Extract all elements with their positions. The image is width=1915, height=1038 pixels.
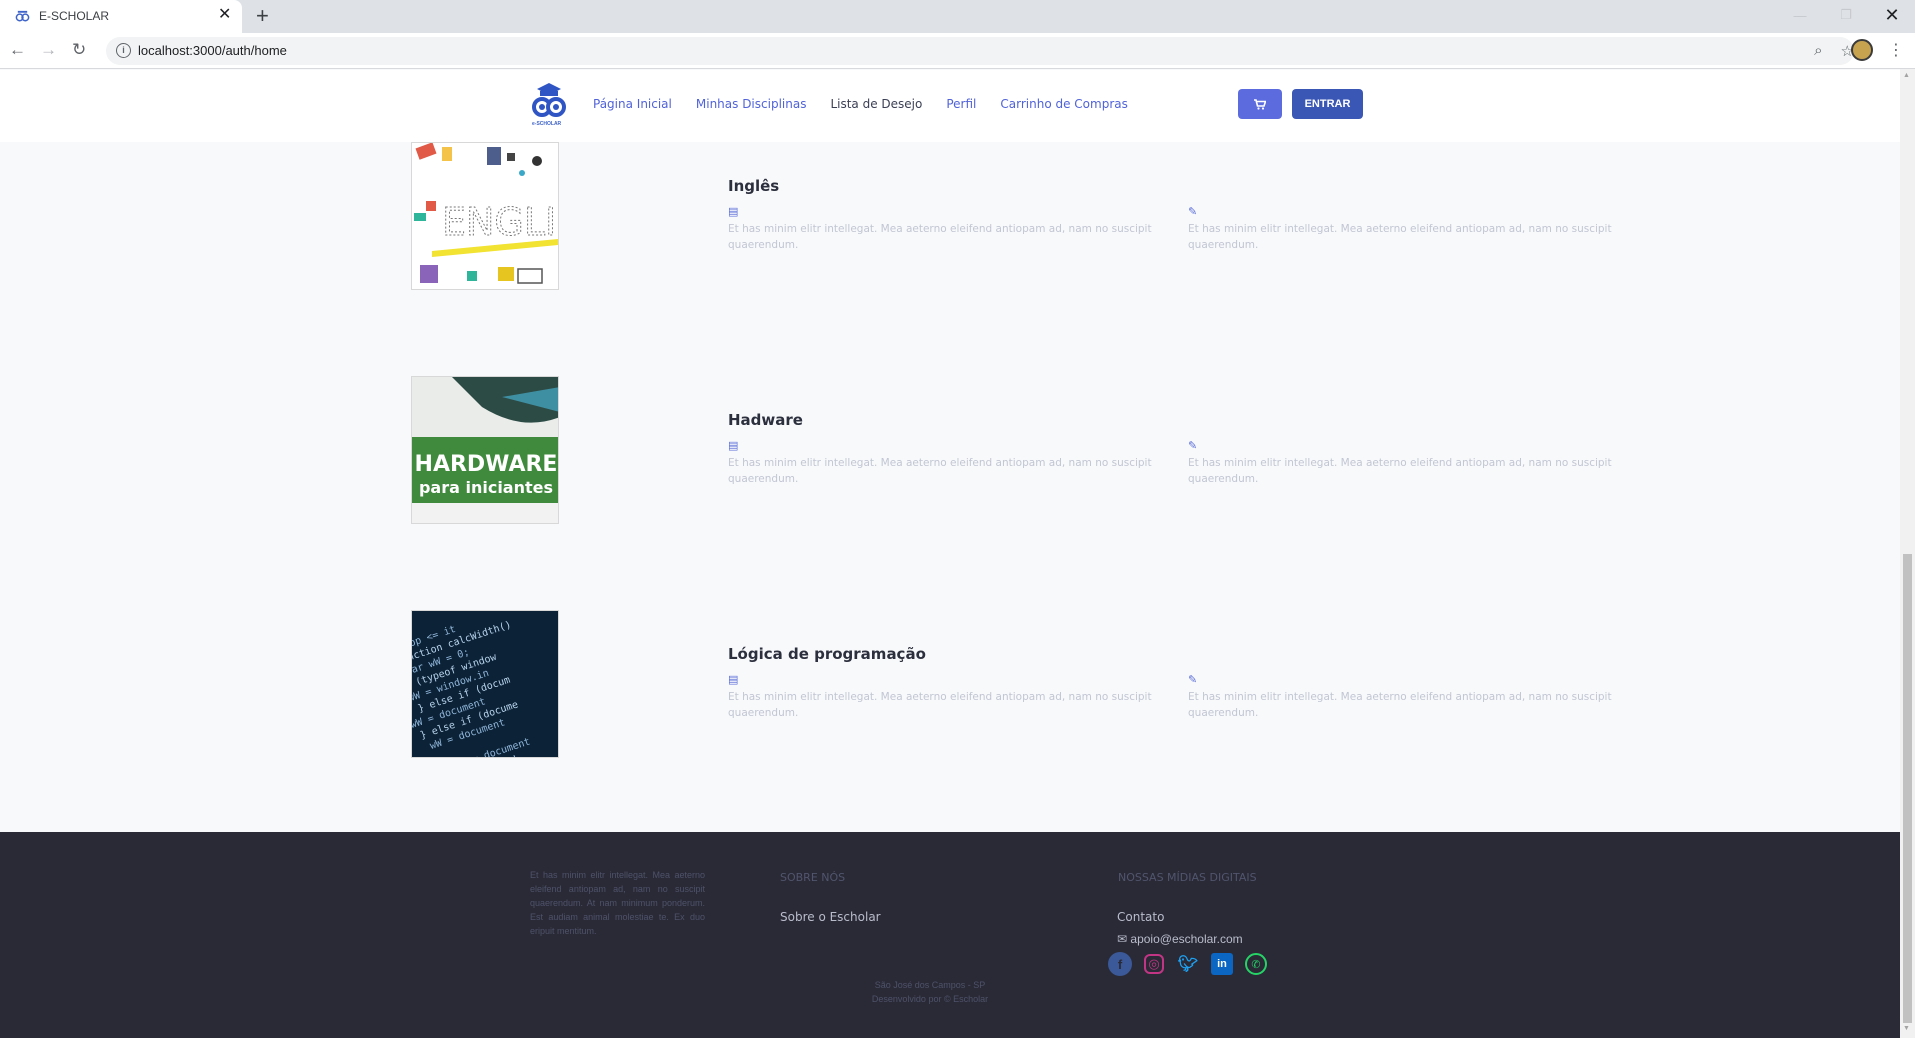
- pencil-icon: ✎: [1188, 674, 1198, 686]
- footer-about-text: Et has minim elitr intellegat. Mea aeter…: [530, 870, 705, 936]
- nav-pagina-inicial[interactable]: Página Inicial: [593, 97, 672, 111]
- nav-lista-de-desejo[interactable]: Lista de Desejo: [830, 97, 922, 111]
- twitter-icon[interactable]: 🐦︎: [1176, 952, 1200, 976]
- book-icon: ▤: [728, 674, 739, 686]
- nav-perfil[interactable]: Perfil: [946, 97, 976, 111]
- window-close-icon[interactable]: ✕: [1869, 0, 1915, 30]
- browser-toolbar: ← → ↻ i localhost:3000/auth/home ⌕ ☆ ⋮: [0, 33, 1915, 69]
- envelope-icon: ✉: [1117, 932, 1128, 946]
- footer-bottom: São José dos Campos - SP Desenvolvido po…: [830, 978, 1030, 1006]
- profile-avatar[interactable]: [1851, 39, 1873, 61]
- nav-carrinho-de-compras[interactable]: Carrinho de Compras: [1000, 97, 1127, 111]
- tab-title: E-SCHOLAR: [39, 9, 110, 23]
- back-arrow-icon[interactable]: ←: [9, 40, 26, 60]
- footer-about-link[interactable]: Sobre o Escholar: [780, 910, 881, 924]
- site-footer: Et has minim elitr intellegat. Mea aeter…: [0, 832, 1900, 1038]
- course-description-right: ✎ Et has minim elitr intellegat. Mea aet…: [1188, 439, 1628, 487]
- logo-text: e-SCHOLAR: [532, 121, 562, 127]
- english-thumb-text: ENGLI: [442, 200, 556, 244]
- linkedin-icon[interactable]: in: [1211, 953, 1233, 975]
- course-title[interactable]: Lógica de programação: [728, 645, 926, 663]
- social-links: f ◎ 🐦︎ in ✆: [1108, 952, 1268, 976]
- footer-about-heading: SOBRE NÓS: [780, 871, 846, 884]
- scroll-thumb[interactable]: [1903, 554, 1912, 1023]
- footer-location: São José dos Campos - SP: [874, 980, 986, 990]
- nav-minhas-disciplinas[interactable]: Minhas Disciplinas: [696, 97, 807, 111]
- address-bar[interactable]: i localhost:3000/auth/home ⌕ ☆: [106, 37, 1854, 65]
- instagram-icon[interactable]: ◎: [1144, 954, 1164, 974]
- course-desc-left-text: Et has minim elitr intellegat. Mea aeter…: [728, 691, 1152, 719]
- course-title[interactable]: Inglês: [728, 177, 779, 195]
- login-button[interactable]: ENTRAR: [1292, 89, 1363, 119]
- footer-social-heading: NOSSAS MÍDIAS DIGITAIS: [1118, 871, 1257, 884]
- course-description-right: ✎ Et has minim elitr intellegat. Mea aet…: [1188, 205, 1628, 253]
- browser-menu-icon[interactable]: ⋮: [1888, 40, 1904, 60]
- footer-email[interactable]: ✉ apoio@escholar.com: [1117, 932, 1243, 946]
- course-item: ENGLI Inglês ▤ Et has minim elitr intell…: [0, 142, 1900, 292]
- reload-icon[interactable]: ↻: [72, 40, 86, 60]
- footer-email-text: apoio@escholar.com: [1130, 932, 1243, 946]
- pencil-icon: ✎: [1188, 206, 1198, 218]
- course-description-left: ▤ Et has minim elitr intellegat. Mea aet…: [728, 673, 1168, 721]
- course-item: HARDWARE para iniciantes Hadware ▤ Et ha…: [0, 376, 1900, 526]
- new-tab-icon[interactable]: +: [256, 4, 269, 28]
- restore-icon[interactable]: ❐: [1823, 0, 1869, 30]
- owl-favicon-icon: [15, 10, 30, 22]
- zoom-icon[interactable]: ⌕: [1814, 42, 1822, 60]
- footer-contact-link[interactable]: Contato: [1117, 910, 1164, 924]
- course-desc-right-text: Et has minim elitr intellegat. Mea aeter…: [1188, 457, 1612, 485]
- site-header: e-SCHOLAR Página Inicial Minhas Discipli…: [0, 70, 1900, 142]
- tab-close-icon[interactable]: ✕: [218, 7, 231, 23]
- scroll-up-icon[interactable]: ▲: [1903, 72, 1910, 79]
- cart-button[interactable]: [1238, 89, 1282, 119]
- course-thumbnail-ingles[interactable]: ENGLI: [411, 142, 559, 290]
- book-icon: ▤: [728, 440, 739, 452]
- info-icon[interactable]: i: [116, 43, 131, 58]
- book-icon: ▤: [728, 206, 739, 218]
- window-controls: — ❐ ✕: [1777, 0, 1915, 33]
- main-nav: Página Inicial Minhas Disciplinas Lista …: [593, 97, 1152, 111]
- hardware-thumb-line2: para iniciantes: [419, 478, 553, 497]
- hardware-illustration: HARDWARE para iniciantes: [412, 377, 558, 523]
- course-desc-right-text: Et has minim elitr intellegat. Mea aeter…: [1188, 223, 1612, 251]
- escholar-logo[interactable]: [530, 81, 568, 125]
- address-url[interactable]: localhost:3000/auth/home: [138, 43, 287, 58]
- course-description-left: ▤ Et has minim elitr intellegat. Mea aet…: [728, 439, 1168, 487]
- course-desc-left-text: Et has minim elitr intellegat. Mea aeter…: [728, 457, 1152, 485]
- footer-credit: Desenvolvido por © Escholar: [871, 994, 989, 1004]
- pencil-icon: ✎: [1188, 440, 1198, 452]
- whatsapp-icon[interactable]: ✆: [1245, 953, 1267, 975]
- english-illustration: ENGLI: [414, 143, 558, 284]
- browser-tab[interactable]: E-SCHOLAR ✕: [0, 0, 242, 33]
- hardware-thumb-line1: HARDWARE: [415, 452, 558, 477]
- course-thumbnail-logica[interactable]: if(top <= it function calcWidth() var wW …: [411, 610, 559, 758]
- minimize-icon[interactable]: —: [1777, 0, 1823, 30]
- cart-icon: [1254, 99, 1267, 110]
- course-item: if(top <= it function calcWidth() var wW …: [0, 610, 1900, 760]
- course-description-left: ▤ Et has minim elitr intellegat. Mea aet…: [728, 205, 1168, 253]
- facebook-icon[interactable]: f: [1108, 952, 1132, 976]
- course-description-right: ✎ Et has minim elitr intellegat. Mea aet…: [1188, 673, 1628, 721]
- scroll-down-icon[interactable]: ▼: [1903, 1025, 1910, 1032]
- browser-tabstrip: E-SCHOLAR ✕ + — ❐ ✕: [0, 0, 1915, 33]
- forward-arrow-icon[interactable]: →: [40, 40, 57, 60]
- course-title[interactable]: Hadware: [728, 411, 803, 429]
- course-desc-right-text: Et has minim elitr intellegat. Mea aeter…: [1188, 691, 1612, 719]
- course-desc-left-text: Et has minim elitr intellegat. Mea aeter…: [728, 223, 1152, 251]
- page-scrollbar[interactable]: ▲ ▼: [1900, 69, 1915, 1038]
- code-illustration: if(top <= itfunction calcWidth() var wW …: [412, 620, 532, 757]
- course-thumbnail-hadware[interactable]: HARDWARE para iniciantes: [411, 376, 559, 524]
